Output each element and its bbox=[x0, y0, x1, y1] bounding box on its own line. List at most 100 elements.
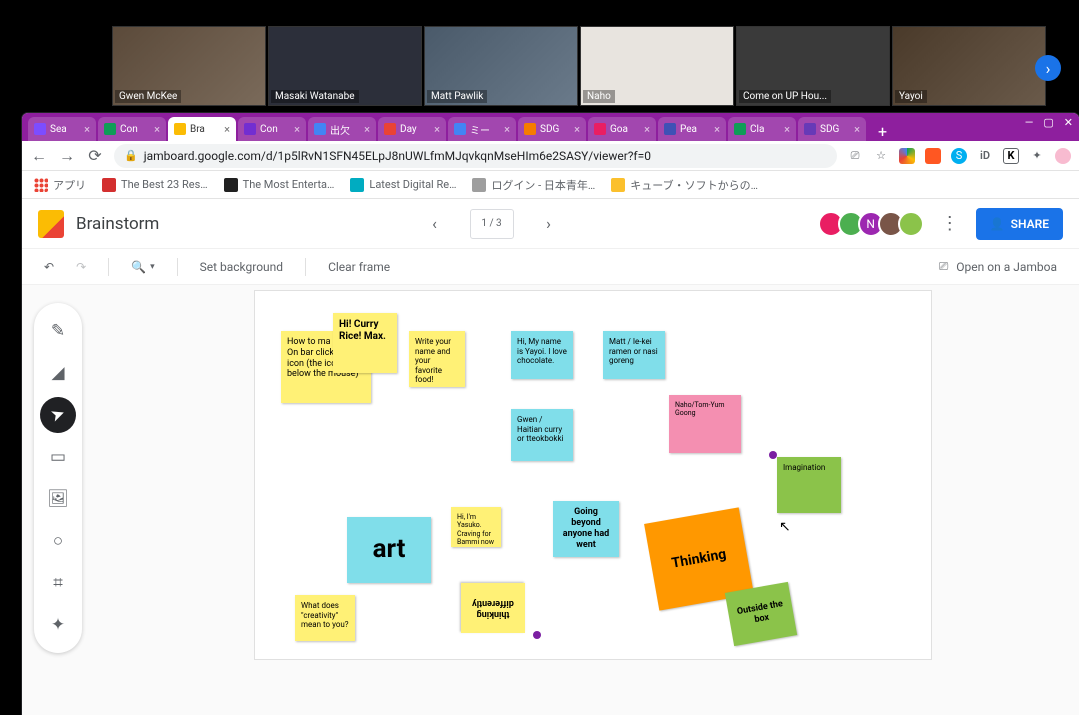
close-tab-icon[interactable]: × bbox=[154, 123, 160, 136]
browser-tab[interactable]: Bra× bbox=[168, 117, 236, 141]
collaborator-avatar[interactable] bbox=[898, 211, 924, 237]
cursor-icon[interactable]: ➤ bbox=[35, 392, 81, 438]
close-tab-icon[interactable]: × bbox=[364, 123, 370, 136]
video-tile[interactable]: Masaki Watanabe bbox=[268, 26, 422, 106]
open-on-jamboard-button[interactable]: ⎚Open on a Jamboa bbox=[939, 259, 1057, 274]
undo-button[interactable]: ↶ bbox=[44, 260, 54, 274]
browser-tab[interactable]: Pea× bbox=[658, 117, 726, 141]
extension-row: ⎚ ☆ S iD K ✦ bbox=[847, 148, 1071, 164]
sticky-note[interactable]: Matt / Ie-kei ramen or nasi goreng bbox=[603, 331, 665, 379]
frame-indicator[interactable]: 1 / 3 bbox=[470, 209, 514, 239]
extensions-menu-icon[interactable]: ✦ bbox=[1029, 148, 1045, 164]
more-menu-button[interactable]: ⋮ bbox=[936, 213, 964, 234]
apps-button[interactable]: アプリ bbox=[34, 177, 86, 193]
sticky-note[interactable]: Hi, My name is Yayoi. I love chocolate. bbox=[511, 331, 573, 379]
close-tab-icon[interactable]: × bbox=[294, 123, 300, 136]
sticky-note[interactable]: Write your name and your favorite food! bbox=[409, 331, 465, 387]
prev-frame-button[interactable]: ‹ bbox=[424, 213, 446, 235]
profile-avatar[interactable] bbox=[1055, 148, 1071, 164]
close-tab-icon[interactable]: × bbox=[434, 123, 440, 136]
bookmark-favicon bbox=[102, 178, 116, 192]
drive-ext-icon[interactable] bbox=[899, 148, 915, 164]
sticky-note[interactable]: Hi! Curry Rice! Max. bbox=[333, 313, 397, 373]
zoom-button[interactable]: 🔍 ▾ bbox=[131, 260, 154, 274]
url-field[interactable]: 🔒 jamboard.google.com/d/1p5lRvN1SFN45ELp… bbox=[114, 144, 837, 168]
browser-tab[interactable]: ミー× bbox=[448, 117, 516, 141]
ext-icon[interactable]: iD bbox=[977, 148, 993, 164]
next-participants-button[interactable]: › bbox=[1035, 55, 1061, 81]
laser-icon[interactable]: ✦ bbox=[40, 607, 76, 643]
jamboard-canvas[interactable]: ↖ How to ma sticky: On bar click th note… bbox=[254, 290, 932, 660]
browser-tab[interactable]: SDG× bbox=[518, 117, 586, 141]
star-icon[interactable]: ☆ bbox=[873, 148, 889, 164]
browser-tab[interactable]: Day × bbox=[378, 117, 446, 141]
sticky-note[interactable]: Outside the box bbox=[725, 582, 797, 646]
pen-icon[interactable]: ✎ bbox=[40, 313, 76, 349]
sticky-note[interactable]: Gwen / Haitian curry or tteokbokki bbox=[511, 409, 573, 461]
sticky-note[interactable]: Hi, I'm Yasuko. Craving for Bammi now bbox=[451, 507, 501, 547]
close-tab-icon[interactable]: × bbox=[84, 123, 90, 136]
browser-tab[interactable]: Con× bbox=[98, 117, 166, 141]
video-tile[interactable]: Yayoi bbox=[892, 26, 1046, 106]
close-tab-icon[interactable]: × bbox=[574, 123, 580, 136]
ext-icon[interactable]: K bbox=[1003, 148, 1019, 164]
tab-label: Day bbox=[400, 124, 417, 135]
bookmark-item[interactable]: キューブ・ソフトからの… bbox=[611, 177, 758, 193]
cast-icon[interactable]: ⎚ bbox=[847, 148, 863, 164]
browser-tab[interactable]: 出欠× bbox=[308, 117, 376, 141]
bookmark-favicon bbox=[224, 178, 238, 192]
sticky-note[interactable]: art bbox=[347, 517, 431, 583]
jam-title[interactable]: Brainstorm bbox=[76, 214, 159, 234]
next-frame-button[interactable]: › bbox=[538, 213, 560, 235]
textbox-icon[interactable]: ⌗ bbox=[40, 565, 76, 601]
lock-icon: 🔒 bbox=[124, 149, 138, 162]
minimize-button[interactable]: — bbox=[1025, 116, 1034, 129]
back-button[interactable]: ← bbox=[30, 147, 48, 165]
video-tile[interactable]: Come on UP Hou... bbox=[736, 26, 890, 106]
tab-label: Con bbox=[260, 124, 278, 135]
image-icon[interactable]: 🖼 bbox=[40, 481, 76, 517]
video-tile[interactable]: Gwen McKee bbox=[112, 26, 266, 106]
bookmark-item[interactable]: The Best 23 Res… bbox=[102, 178, 208, 192]
video-tile[interactable]: Naho bbox=[580, 26, 734, 106]
bookmark-item[interactable]: ログイン - 日本青年… bbox=[472, 177, 595, 193]
maximize-button[interactable]: ▢ bbox=[1043, 116, 1053, 129]
ext-icon[interactable] bbox=[925, 148, 941, 164]
browser-tab[interactable]: SDG× bbox=[798, 117, 866, 141]
share-button[interactable]: 👤SHARE bbox=[976, 208, 1063, 240]
clear-frame-button[interactable]: Clear frame bbox=[328, 260, 390, 274]
circle-icon[interactable]: ○ bbox=[40, 523, 76, 559]
sticky-note[interactable]: Going beyond anyone had went bbox=[553, 501, 619, 557]
note-icon[interactable]: ▭ bbox=[40, 439, 76, 475]
browser-tab[interactable]: Con × bbox=[238, 117, 306, 141]
browser-tab[interactable]: Goa× bbox=[588, 117, 656, 141]
cursor-icon: ↖ bbox=[779, 519, 791, 535]
bookmark-favicon bbox=[611, 178, 625, 192]
bookmark-item[interactable]: Latest Digital Re… bbox=[350, 178, 456, 192]
present-icon: ⎚ bbox=[939, 259, 949, 274]
close-tab-icon[interactable]: × bbox=[504, 123, 510, 136]
skype-ext-icon[interactable]: S bbox=[951, 148, 967, 164]
side-toolbar: ✎ ◢➤▭ 🖼 ○ ⌗ ✦ bbox=[34, 303, 82, 653]
reload-button[interactable]: ⟳ bbox=[86, 147, 104, 165]
redo-button[interactable]: ↷ bbox=[76, 260, 86, 274]
eraser-icon[interactable]: ◢ bbox=[40, 355, 76, 391]
new-tab-button[interactable]: + bbox=[868, 122, 897, 141]
close-tab-icon[interactable]: × bbox=[714, 123, 720, 136]
sticky-note[interactable]: Naho/Tom-Yum Goong bbox=[669, 395, 741, 453]
bookmark-item[interactable]: The Most Enterta… bbox=[224, 178, 335, 192]
video-tile[interactable]: Matt Pawlik bbox=[424, 26, 578, 106]
set-background-button[interactable]: Set background bbox=[200, 260, 283, 274]
sticky-note[interactable]: What does "creativity" mean to you? bbox=[295, 595, 355, 641]
browser-tab[interactable]: Sea× bbox=[28, 117, 96, 141]
participant-name: Yayoi bbox=[895, 90, 927, 103]
forward-button[interactable]: → bbox=[58, 147, 76, 165]
close-button[interactable]: ✕ bbox=[1064, 116, 1073, 129]
close-tab-icon[interactable]: × bbox=[224, 123, 230, 136]
close-tab-icon[interactable]: × bbox=[644, 123, 650, 136]
close-tab-icon[interactable]: × bbox=[854, 123, 860, 136]
sticky-note[interactable]: thinking differently bbox=[461, 583, 525, 633]
browser-tab[interactable]: Cla× bbox=[728, 117, 796, 141]
sticky-note[interactable]: Imagination bbox=[777, 457, 841, 513]
close-tab-icon[interactable]: × bbox=[784, 123, 790, 136]
